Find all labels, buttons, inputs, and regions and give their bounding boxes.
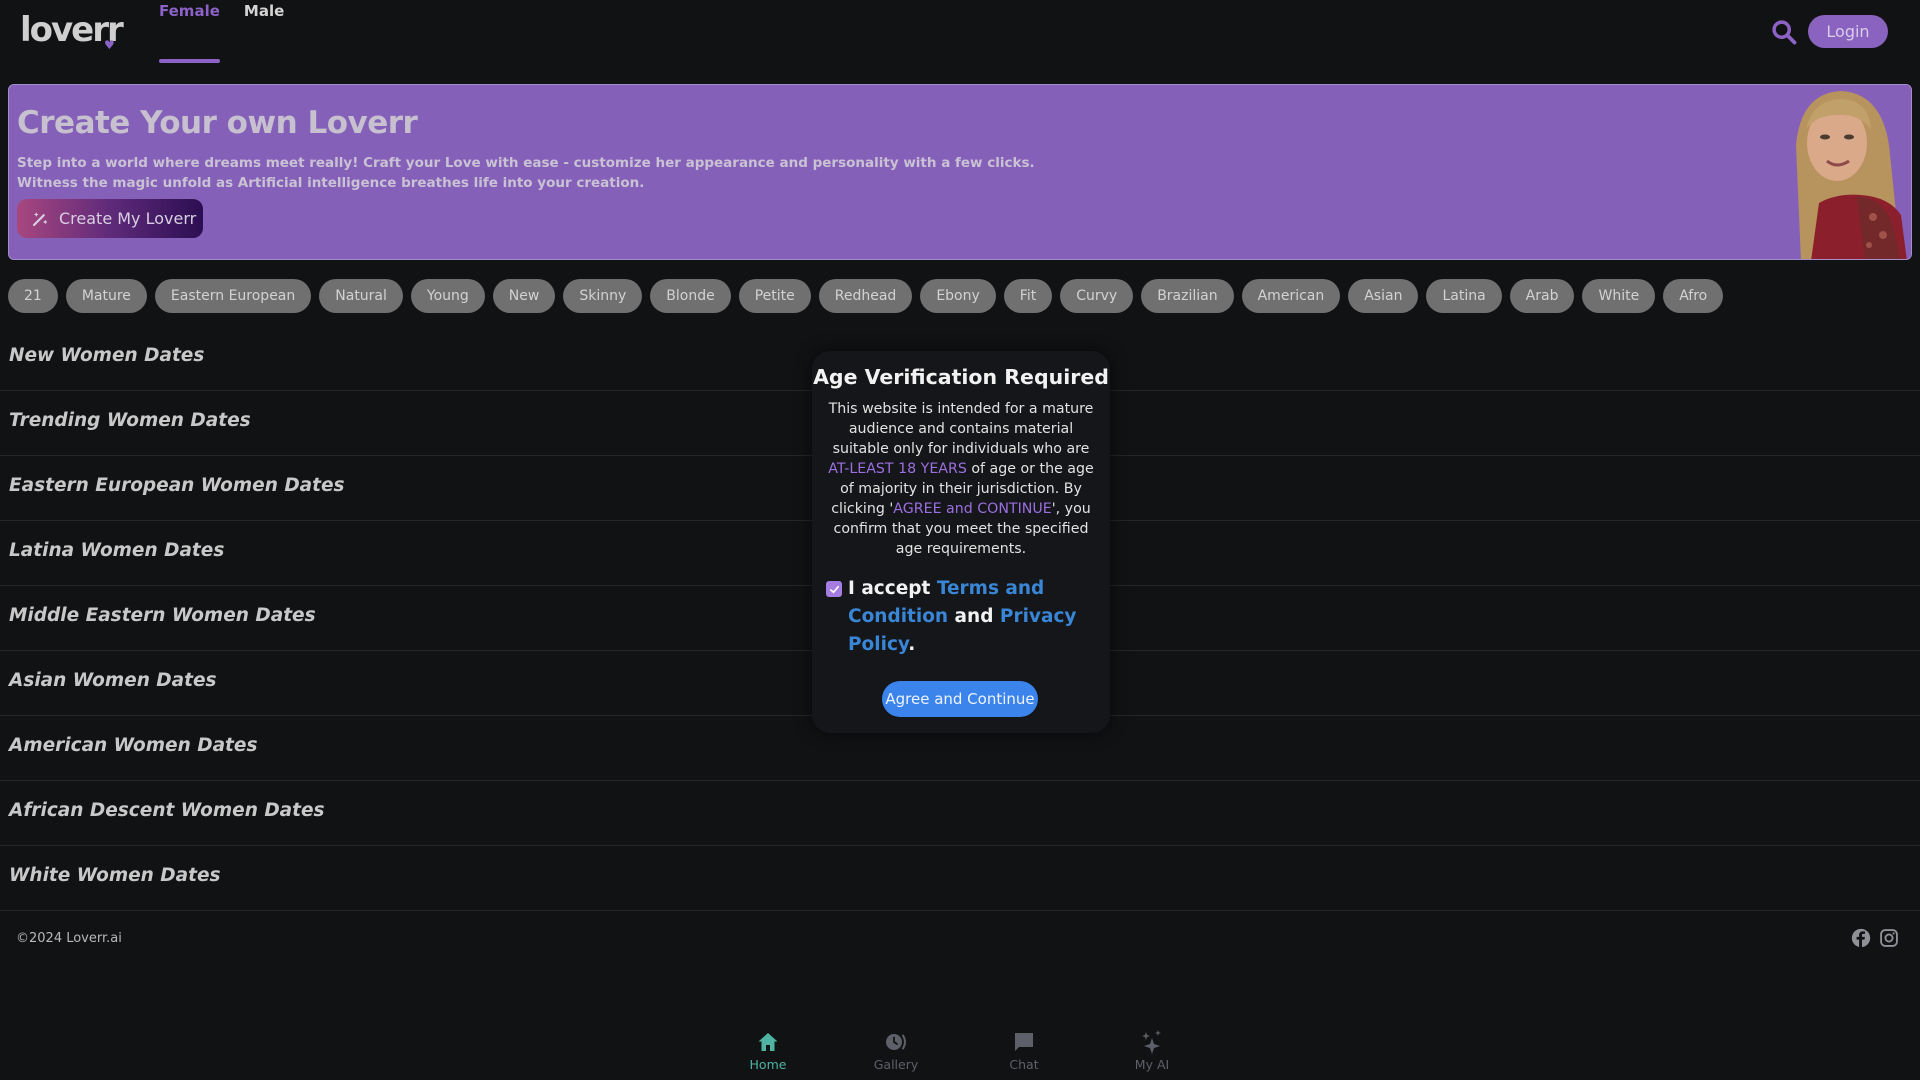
section-title: Middle Eastern Women Dates <box>9 604 316 626</box>
chip-american[interactable]: American <box>1241 279 1341 313</box>
age-verification-modal: Age Verification Required This website i… <box>812 351 1110 733</box>
checkmark-icon <box>829 585 839 593</box>
accept-suffix: . <box>908 634 916 655</box>
chip-fit[interactable]: Fit <box>1003 279 1053 313</box>
nav-chat[interactable]: Chat <box>979 1030 1069 1072</box>
chip-21[interactable]: 21 <box>8 279 58 313</box>
chip-latina[interactable]: Latina <box>1426 279 1502 313</box>
banner-title: Create Your own Loverr <box>17 105 418 141</box>
create-my-loverr-button[interactable]: Create My Loverr <box>17 199 203 238</box>
chip-eastern-european[interactable]: Eastern European <box>154 279 312 313</box>
instagram-icon[interactable] <box>1879 928 1899 948</box>
nav-gallery[interactable]: Gallery <box>851 1030 941 1072</box>
accept-and: and <box>948 606 1000 627</box>
section-title: White Women Dates <box>9 864 221 886</box>
section-title: Trending Women Dates <box>9 409 251 431</box>
section-row[interactable]: White Women Dates <box>0 846 1920 911</box>
accept-terms-row: I accept Terms and Condition and Privacy… <box>826 575 1096 659</box>
section-title: American Women Dates <box>9 734 258 756</box>
logo-heart-icon: ♥ <box>104 38 115 52</box>
tab-female[interactable]: Female <box>159 0 220 64</box>
chip-redhead[interactable]: Redhead <box>818 279 913 313</box>
banner-desc-line-2: Witness the magic unfold as Artificial i… <box>17 175 645 191</box>
chip-curvy[interactable]: Curvy <box>1060 279 1134 313</box>
create-loverr-banner: Create Your own Loverr Step into a world… <box>8 84 1912 260</box>
chip-mature[interactable]: Mature <box>65 279 147 313</box>
section-title: Asian Women Dates <box>9 669 217 691</box>
accept-prefix: I accept <box>848 578 937 599</box>
banner-description: Step into a world where dreams meet real… <box>17 153 1035 193</box>
copyright: ©2024 Loverr.ai <box>16 931 122 946</box>
gallery-icon <box>886 1034 906 1050</box>
chip-asian[interactable]: Asian <box>1348 279 1419 313</box>
chat-icon <box>1015 1033 1033 1051</box>
magic-wand-icon <box>32 211 48 226</box>
chip-afro[interactable]: Afro <box>1663 279 1724 313</box>
nav-home-label: Home <box>749 1057 787 1072</box>
section-row[interactable]: African Descent Women Dates <box>0 781 1920 846</box>
nav-my-ai[interactable]: My AI <box>1107 1030 1197 1072</box>
create-my-loverr-label: Create My Loverr <box>59 209 197 228</box>
chip-brazilian[interactable]: Brazilian <box>1141 279 1234 313</box>
home-icon <box>758 1033 778 1051</box>
chip-blonde[interactable]: Blonde <box>650 279 731 313</box>
chip-new[interactable]: New <box>492 279 556 313</box>
category-chips: 21 Mature Eastern European Natural Young… <box>8 279 1724 313</box>
section-title: Eastern European Women Dates <box>9 474 345 496</box>
chip-ebony[interactable]: Ebony <box>920 279 996 313</box>
model-portrait-image <box>1761 85 1911 259</box>
age-highlight: AT-LEAST 18 YEARS <box>828 461 967 477</box>
modal-body: This website is intended for a mature au… <box>820 399 1102 559</box>
section-title: Latina Women Dates <box>9 539 225 561</box>
chip-young[interactable]: Young <box>410 279 485 313</box>
accept-terms-text: I accept Terms and Condition and Privacy… <box>848 575 1096 659</box>
login-button[interactable]: Login <box>1808 15 1888 48</box>
agree-and-continue-button[interactable]: Agree and Continue <box>882 681 1038 717</box>
top-header: loverr ♥ Female Male Login <box>0 0 1920 80</box>
modal-title: Age Verification Required <box>813 365 1109 389</box>
chip-arab[interactable]: Arab <box>1509 279 1575 313</box>
facebook-icon[interactable] <box>1851 928 1871 948</box>
chip-white[interactable]: White <box>1582 279 1656 313</box>
gender-tabs: Female Male <box>159 0 284 64</box>
chip-natural[interactable]: Natural <box>319 279 403 313</box>
search-icon[interactable] <box>1770 18 1798 46</box>
tab-male[interactable]: Male <box>244 0 284 64</box>
nav-home[interactable]: Home <box>723 1030 813 1072</box>
accept-terms-checkbox[interactable] <box>826 581 842 597</box>
modal-body-text-1: This website is intended for a mature au… <box>828 401 1094 457</box>
section-title: African Descent Women Dates <box>9 799 325 821</box>
sparkles-icon <box>1142 1030 1161 1054</box>
nav-chat-label: Chat <box>1009 1057 1039 1072</box>
nav-my-ai-label: My AI <box>1134 1057 1170 1072</box>
banner-desc-line-1: Step into a world where dreams meet real… <box>17 155 1035 171</box>
agree-highlight: AGREE and CONTINUE <box>893 501 1052 517</box>
chip-petite[interactable]: Petite <box>738 279 811 313</box>
section-title: New Women Dates <box>9 344 205 366</box>
bottom-navigation: Home Gallery Chat My AI <box>0 1020 1920 1080</box>
nav-gallery-label: Gallery <box>873 1057 919 1072</box>
chip-skinny[interactable]: Skinny <box>563 279 643 313</box>
